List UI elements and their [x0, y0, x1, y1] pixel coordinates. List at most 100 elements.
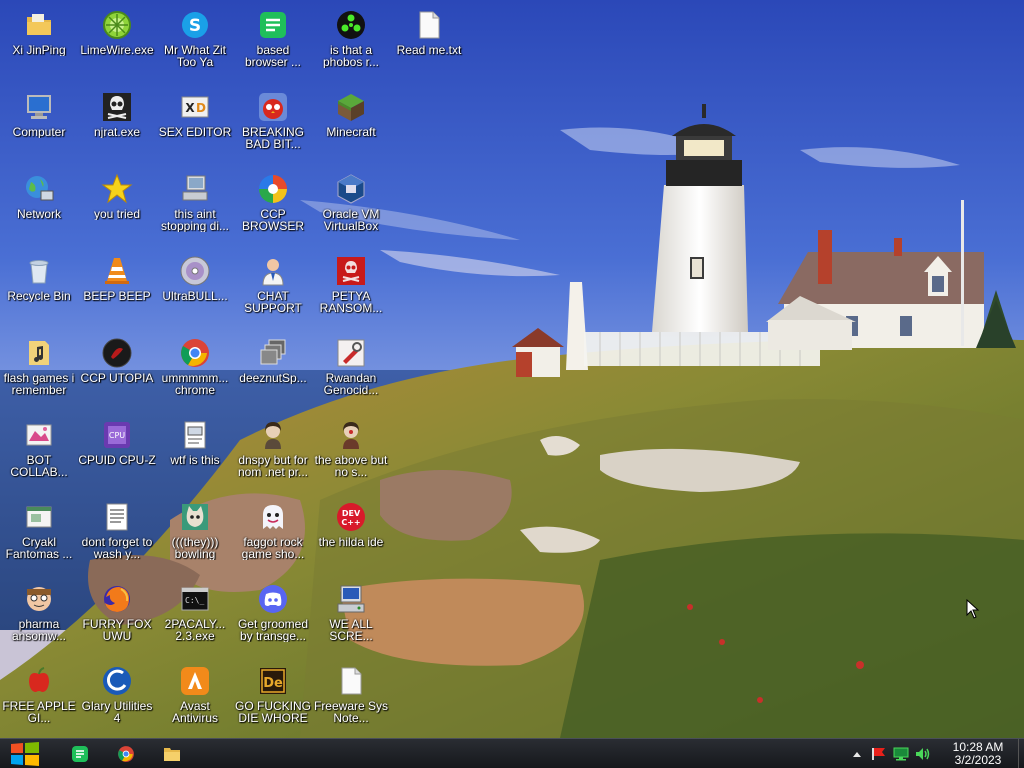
desktop-icon-freeware[interactable]: Freeware Sys Note...: [312, 660, 390, 740]
desktop-icon-label: Recycle Bin: [7, 290, 71, 302]
svg-text:De: De: [263, 676, 283, 691]
desktop-icon-minecraft[interactable]: Minecraft: [312, 86, 390, 166]
desktop-icon-label: BEEP BEEP: [83, 290, 151, 302]
desktop-icon-ccp-browser[interactable]: CCP BROWSER: [234, 168, 312, 248]
desktop-icon-ummmmm-chrome[interactable]: ummmmm... chrome: [156, 332, 234, 412]
desktop-icon-label: BOT COLLAB...: [10, 454, 68, 478]
desktop-icon-bot-collab[interactable]: BOT COLLAB...: [0, 414, 78, 494]
desktop-icon-label: FURRY FOX UWU: [82, 618, 152, 642]
desktop-icon-label: WE ALL SCRE...: [329, 618, 373, 642]
stacked-windows-icon: [256, 336, 290, 370]
desktop-icon-free-apple[interactable]: FREE APPLE GI...: [0, 660, 78, 740]
green-doc-icon: [256, 8, 290, 42]
recycle-bin-icon: [22, 254, 56, 288]
tray-network[interactable]: [891, 745, 911, 763]
desktop-icon-label: CCP BROWSER: [241, 208, 304, 232]
desktop-icon-we-all-scre[interactable]: WE ALL SCRE...: [312, 578, 390, 658]
mouse-cursor-icon: [966, 599, 980, 619]
cpuz-icon: CPU: [100, 418, 134, 452]
desktop-icon-pharma[interactable]: pharma ansomw...: [0, 578, 78, 658]
desktop-icon-petya[interactable]: PETYA RANSOM...: [312, 250, 390, 330]
taskbar-pinned-explorer[interactable]: [152, 740, 192, 768]
desktop-icon-recycle-bin[interactable]: Recycle Bin: [0, 250, 78, 330]
desktop-icon-avast[interactable]: Avast Antivirus: [156, 660, 234, 740]
tray-volume[interactable]: [913, 745, 933, 763]
desktop-icon-chat-support[interactable]: CHAT SUPPORT: [234, 250, 312, 330]
portrait-icon: [334, 418, 368, 452]
desktop-icon-ultrabull[interactable]: UltraBULL...: [156, 250, 234, 330]
cat-face-icon: [178, 500, 212, 534]
desktop-icon-you-tried[interactable]: you tried: [78, 168, 156, 248]
desktop-icon-they-bowling[interactable]: (((they))) bowling: [156, 496, 234, 576]
desktop-icon-mr-what-zit[interactable]: S Mr What Zit Too Ya: [156, 4, 234, 84]
desktop-icon-ccp-utopia[interactable]: CCP UTOPIA: [78, 332, 156, 412]
desktop-icon-glary[interactable]: Glary Utilities 4: [78, 660, 156, 740]
tools-icon: [334, 336, 368, 370]
desktop-icon-label: Freeware Sys Note...: [313, 700, 389, 724]
desktop-icon-furry-fox[interactable]: FURRY FOX UWU: [78, 578, 156, 658]
globe-icon: [22, 172, 56, 206]
desktop-icon-label: Get groomed by transge...: [237, 618, 309, 642]
tray-show-hidden-button[interactable]: [847, 745, 867, 763]
desktop-icon-dnspy[interactable]: dnspy but for nom .net pr...: [234, 414, 312, 494]
desktop-icon-get-groomed[interactable]: Get groomed by transge...: [234, 578, 312, 658]
doc-window-icon: [178, 418, 212, 452]
server-icon: [334, 582, 368, 616]
desktop-icon-cryakl[interactable]: Cryakl Fantomas ...: [0, 496, 78, 576]
virtualbox-icon: [334, 172, 368, 206]
desktop-icon-the-hilda-ide[interactable]: DEV C++ the hilda ide: [312, 496, 390, 576]
music-folder-icon: [22, 336, 56, 370]
desktop-icon-faggot-rock[interactable]: faggot rock game sho...: [234, 496, 312, 576]
desktop-icon-beep-beep[interactable]: BEEP BEEP: [78, 250, 156, 330]
desktop-icon-label: this aint stopping di...: [160, 208, 230, 232]
desktop-icon-label: Minecraft: [326, 126, 376, 138]
devcpp-icon: DEV C++: [334, 500, 368, 534]
taskbar-pinned-chrome[interactable]: [106, 740, 146, 768]
desktop-icon-limewire[interactable]: LimeWire.exe: [78, 4, 156, 84]
desktop-icon-xi-jinping[interactable]: Xi JinPing: [0, 4, 78, 84]
taskbar-pinned-green-app[interactable]: [60, 740, 100, 768]
taskbar-clock[interactable]: 10:28 AM 3/2/2023: [942, 741, 1014, 767]
grass-block-icon: [334, 90, 368, 124]
desktop-icon-read-me[interactable]: Read me.txt: [390, 4, 468, 84]
desktop-icon-flash-games[interactable]: flash games i remember: [0, 332, 78, 412]
desktop-icon-network[interactable]: Network: [0, 168, 78, 248]
hex-editor-icon: XD: [178, 90, 212, 124]
start-button[interactable]: [6, 740, 44, 768]
desktop-icon-2pacaly[interactable]: C:\_ 2PACALY... 2.3.exe: [156, 578, 234, 658]
desktop-icon-label: dnspy but for nom .net pr...: [237, 454, 309, 478]
speaker-icon: [916, 748, 930, 760]
desktop-icon-this-aint-stopping[interactable]: this aint stopping di...: [156, 168, 234, 248]
desktop-icon-wtf-is-this[interactable]: wtf is this: [156, 414, 234, 494]
desktop-icon-label: Network: [16, 208, 61, 220]
desktop-icon-go-fucking[interactable]: De GO FUCKING DIE WHORE: [234, 660, 312, 740]
computer-icon: [22, 90, 56, 124]
desktop-icon-rwandan[interactable]: Rwandan Genocid...: [312, 332, 390, 412]
window-icon: [22, 500, 56, 534]
skull-icon: [100, 90, 134, 124]
desktop-icon-label: BREAKING BAD BIT...: [241, 126, 304, 150]
star-icon: [100, 172, 134, 206]
show-desktop-button[interactable]: [1018, 739, 1024, 768]
desktop-icon-label: 2PACALY... 2.3.exe: [164, 618, 226, 642]
desktop-icon-oracle-vm[interactable]: Oracle VM VirtualBox: [312, 168, 390, 248]
desktop-icon-label: CCP UTOPIA: [80, 372, 154, 384]
firefox-icon: [100, 582, 134, 616]
desktop-icon-based-browser[interactable]: based browser ...: [234, 4, 312, 84]
desktop-icon-cpuid[interactable]: CPU CPUID CPU-Z: [78, 414, 156, 494]
desktop-icon-deeznut[interactable]: deeznutSp...: [234, 332, 312, 412]
ghost-icon: [256, 500, 290, 534]
tray-action-center[interactable]: [869, 745, 889, 763]
svg-text:X: X: [185, 101, 195, 115]
desktop-icon-phobos[interactable]: is that a phobos r...: [312, 4, 390, 84]
desktop-icon-computer[interactable]: Computer: [0, 86, 78, 166]
desktop-icon-the-above[interactable]: the above but no s...: [312, 414, 390, 494]
desktop-icon-dont-forget[interactable]: dont forget to wash y...: [78, 496, 156, 576]
desktop-icon-breaking-bad[interactable]: BREAKING BAD BIT...: [234, 86, 312, 166]
desktop[interactable]: Xi JinPing Computer Network Recycle Bin …: [0, 0, 1024, 738]
disc-icon: [178, 254, 212, 288]
desktop-icon-njrat[interactable]: njrat.exe: [78, 86, 156, 166]
system-tray: 10:28 AM 3/2/2023: [846, 739, 1014, 768]
apple-icon: [22, 664, 56, 698]
desktop-icon-sex-editor[interactable]: XD SEX EDITOR: [156, 86, 234, 166]
